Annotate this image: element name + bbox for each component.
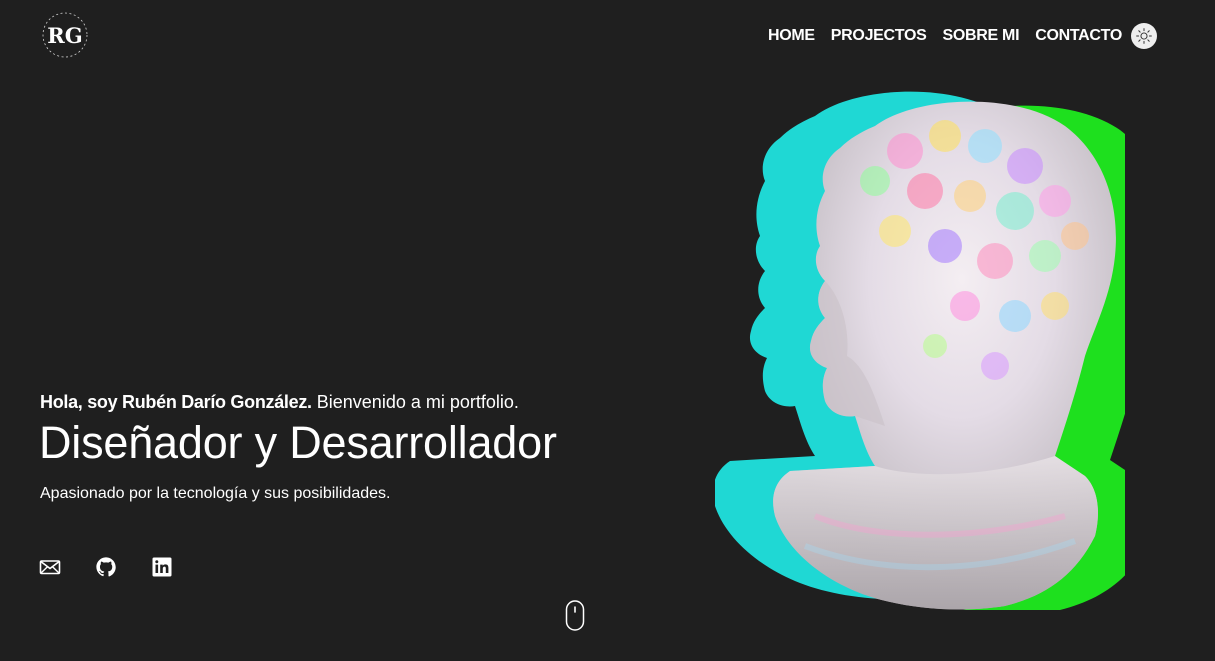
linkedin-link[interactable]	[151, 556, 173, 578]
intro-welcome: Bienvenido a mi portfolio.	[316, 392, 519, 412]
scroll-down-button[interactable]	[565, 600, 585, 631]
hero-headline: Diseñador y Desarrollador	[39, 417, 557, 468]
theme-toggle-button[interactable]	[1131, 23, 1157, 49]
mouse-scroll-icon	[565, 600, 585, 631]
nav-projects[interactable]: PROJECTOS	[831, 24, 927, 48]
linkedin-icon	[152, 557, 172, 577]
nav-about[interactable]: SOBRE MI	[943, 24, 1020, 48]
nav-home[interactable]: HOME	[768, 24, 815, 48]
github-icon	[96, 557, 116, 577]
github-link[interactable]	[95, 556, 117, 578]
hero-tagline: Apasionado por la tecnología y sus posib…	[40, 485, 391, 502]
logo[interactable]: RG	[40, 10, 90, 60]
logo-text: RG	[47, 23, 82, 48]
intro-line: Hola, soy Rubén Darío González. Bienveni…	[40, 390, 519, 414]
main-nav: HOME PROJECTOS SOBRE MI CONTACTO	[768, 23, 1157, 49]
mail-icon	[39, 560, 61, 575]
bust-image	[715, 90, 1125, 610]
nav-contact[interactable]: CONTACTO	[1035, 24, 1122, 48]
sun-icon	[1136, 28, 1152, 44]
social-links	[39, 556, 173, 578]
portfolio-page: RG HOME PROJECTOS SOBRE MI CONTACTO Hola…	[0, 0, 1215, 661]
intro-name: Hola, soy Rubén Darío González.	[40, 392, 312, 412]
email-link[interactable]	[39, 556, 61, 578]
